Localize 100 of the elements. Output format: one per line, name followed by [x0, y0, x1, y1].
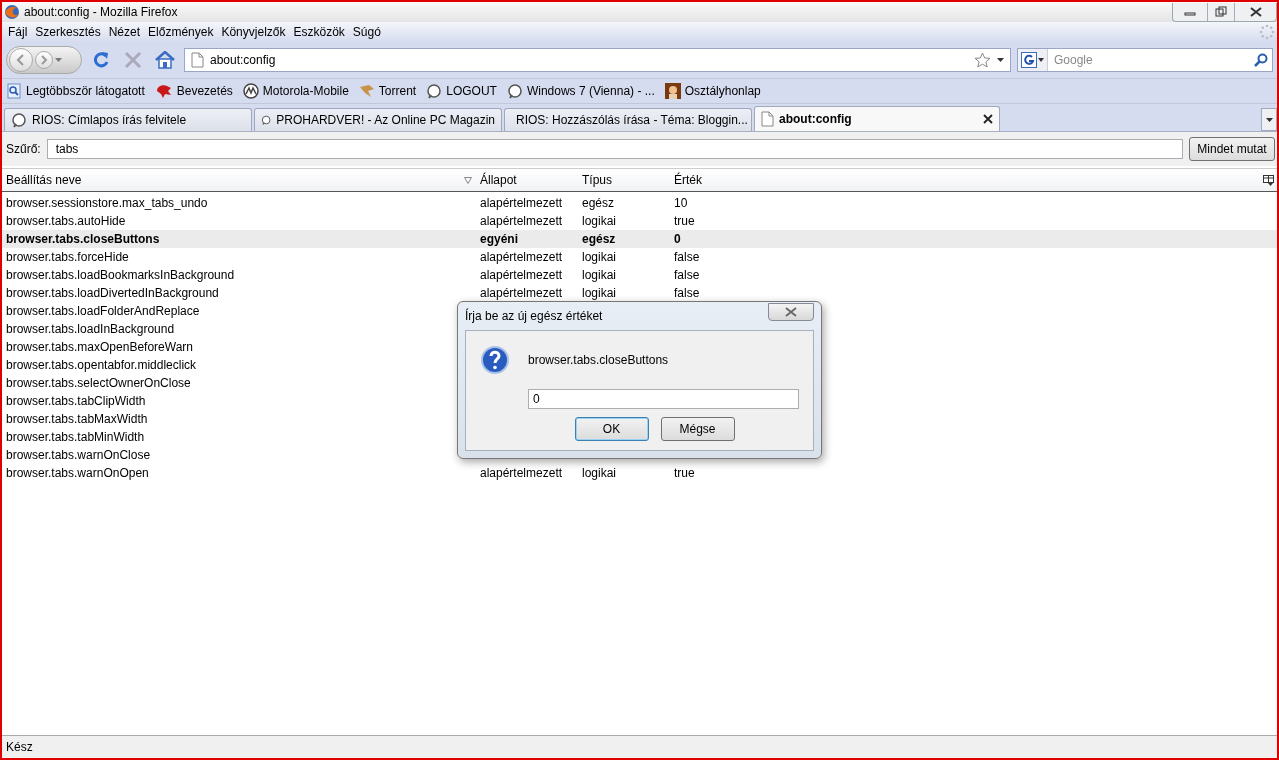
stop-icon [124, 51, 142, 69]
dropdown-arrow-icon[interactable] [1038, 58, 1044, 62]
bookmark-item[interactable]: Torrent [358, 83, 417, 99]
value-cell-text: true [673, 466, 696, 480]
filter-label: Szűrő: [6, 142, 41, 156]
menu-item[interactable]: Szerkesztés [31, 25, 105, 39]
tab-list-button[interactable] [1261, 108, 1277, 131]
sort-arrow-icon [464, 176, 472, 184]
menu-item[interactable]: Eszközök [289, 25, 349, 39]
question-icon [480, 345, 510, 375]
menu-item[interactable]: Könyvjelzők [217, 25, 290, 39]
setting-name-cell-text: browser.tabs.warnOnOpen [5, 466, 150, 480]
bookmark-item[interactable]: Legtöbbször látogatott [6, 83, 145, 99]
setting-name-cell-text: browser.tabs.loadInBackground [5, 322, 176, 336]
value-cell-text: 0 [673, 232, 682, 246]
globe-icon [426, 83, 443, 99]
menu-item[interactable]: Nézet [104, 25, 145, 39]
dialog-message: browser.tabs.closeButtons [528, 353, 670, 367]
type-cell-text: logikai [581, 286, 618, 300]
browser-tab[interactable]: RIOS: Címlapos írás felvitele [4, 108, 252, 131]
setting-name-cell-text: browser.tabs.maxOpenBeforeWarn [5, 340, 194, 354]
star-icon[interactable] [974, 52, 991, 68]
status-cell-text: alapértelmezett [479, 196, 564, 210]
search-icon[interactable] [1254, 53, 1268, 67]
setting-name-cell-text: browser.tabs.selectOwnerOnClose [5, 376, 192, 390]
column-picker-icon[interactable] [1263, 174, 1274, 186]
menu-item[interactable]: Fájl [4, 25, 32, 39]
menu-item[interactable]: Súgó [348, 25, 385, 39]
value-cell-text: false [673, 268, 701, 282]
setting-name-cell-text: browser.tabs.loadBookmarksInBackground [5, 268, 236, 282]
filter-field[interactable]: tabs [46, 139, 1183, 159]
window-title: about:config - Mozilla Firefox [24, 5, 179, 19]
dialog-button[interactable]: Mégse [660, 417, 735, 441]
throbber-icon [1259, 24, 1275, 40]
close-icon[interactable] [983, 114, 993, 124]
setting-name-cell-text: browser.tabs.tabMaxWidth [5, 412, 149, 426]
value-cell-text: true [673, 214, 696, 228]
fox-globe-logo-icon [4, 4, 20, 20]
page-icon [761, 111, 774, 127]
status-text: Kész [6, 740, 33, 754]
setting-name-cell-text: browser.tabs.warnOnClose [5, 448, 152, 462]
type-cell-text: logikai [581, 250, 618, 264]
reload-icon [91, 50, 111, 70]
status-cell-text: alapértelmezett [479, 286, 564, 300]
address-field[interactable]: about:config [184, 48, 1011, 72]
dropdown-arrow-icon[interactable] [997, 58, 1004, 62]
status-cell-text: alapértelmezett [479, 268, 564, 282]
bookmark-item[interactable]: LOGOUT [426, 83, 497, 99]
close-icon [785, 307, 797, 317]
column-header[interactable]: Típus [578, 173, 670, 187]
browser-tab[interactable]: RIOS: Hozzászólás írása - Téma: Bloggin... [504, 108, 752, 131]
setting-name-cell-text: browser.sessionstore.max_tabs_undo [5, 196, 209, 210]
swirl-logo-icon [242, 83, 259, 99]
setting-name-cell-text: browser.tabs.closeButtons [5, 232, 161, 246]
home-icon [155, 51, 175, 69]
value-cell-text: false [673, 286, 701, 300]
bookmark-item[interactable]: Motorola-Mobile [242, 83, 349, 99]
dragon-icon [154, 83, 173, 99]
value-cell-text: 10 [673, 196, 689, 210]
portrait-icon [664, 83, 681, 99]
magnifier-page-icon [6, 83, 22, 99]
setting-name-cell-text: browser.tabs.loadDivertedInBackground [5, 286, 220, 300]
setting-name-cell-text: browser.tabs.tabClipWidth [5, 394, 147, 408]
column-header[interactable]: Érték [670, 173, 1263, 187]
restore-icon [1215, 5, 1227, 18]
google-g-icon[interactable] [1021, 52, 1037, 68]
status-cell-text: alapértelmezett [479, 250, 564, 264]
value-field[interactable]: 0 [528, 389, 799, 409]
status-cell-text: egyéni [479, 232, 519, 246]
bookmark-item[interactable]: Bevezetés [154, 83, 233, 99]
column-header[interactable]: Beállítás neve [2, 173, 476, 187]
globe-icon [11, 112, 27, 128]
setting-name-cell-text: browser.tabs.tabMinWidth [5, 430, 146, 444]
bookmark-item[interactable]: Osztályhonlap [664, 83, 761, 99]
type-cell-text: logikai [581, 268, 618, 282]
type-cell-text: logikai [581, 214, 618, 228]
show-all-button[interactable]: Mindet mutat [1189, 137, 1275, 161]
type-cell-text: egész [581, 196, 616, 210]
value-cell-text: false [673, 250, 701, 264]
globe-icon [506, 83, 523, 99]
browser-tab[interactable]: PROHARDVER! - Az Online PC Magazin [254, 108, 502, 131]
type-cell-text: egész [581, 232, 617, 246]
dialog-button[interactable]: OK [574, 417, 649, 441]
bird-icon [358, 83, 375, 99]
page-icon [191, 52, 204, 68]
close-icon [1249, 6, 1262, 17]
forward-button[interactable] [35, 51, 53, 69]
bookmark-item[interactable]: Windows 7 (Vienna) - ... [506, 83, 655, 99]
type-cell-text: logikai [581, 466, 618, 480]
dialog-title: Írja be az új egész értéket [465, 309, 603, 323]
column-header[interactable]: Állapot [476, 173, 578, 187]
caret-icon [1265, 117, 1273, 122]
search-field[interactable]: Google [1052, 52, 1250, 68]
setting-name-cell-text: browser.tabs.opentabfor.middleclick [5, 358, 198, 372]
setting-name-cell-text: browser.tabs.autoHide [5, 214, 127, 228]
search-bar[interactable]: Google [1017, 48, 1273, 72]
setting-name-cell-text: browser.tabs.forceHide [5, 250, 130, 264]
browser-tab[interactable]: about:config [754, 106, 1000, 131]
menu-item[interactable]: Előzmények [144, 25, 218, 39]
status-cell-text: alapértelmezett [479, 214, 564, 228]
